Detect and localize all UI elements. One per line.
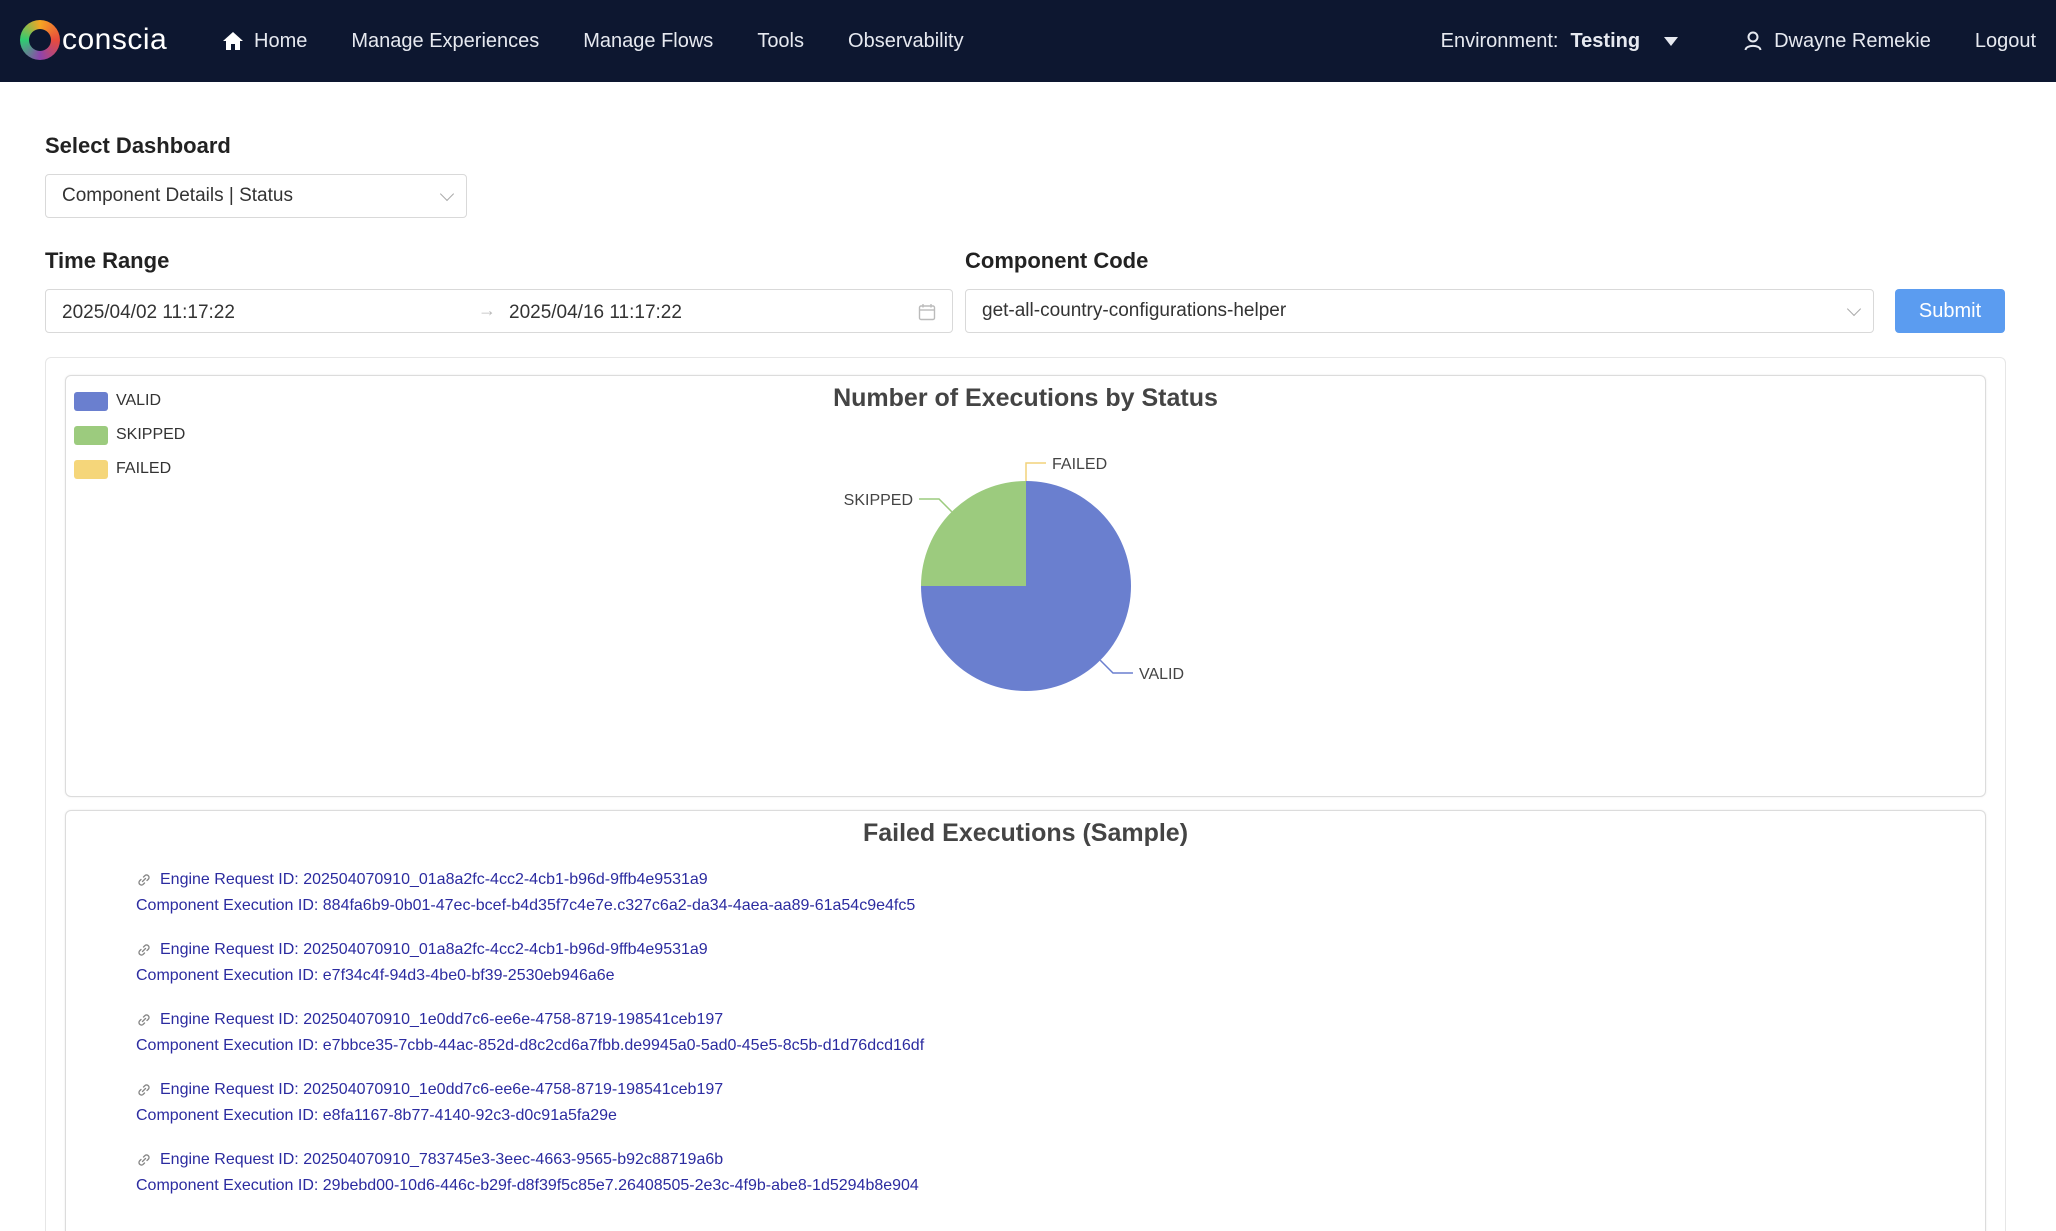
- component-execution-id: Component Execution ID: e7bbce35-7cbb-44…: [136, 1037, 925, 1054]
- nav-right: Environment: Testing Dwayne Remekie Logo…: [1441, 0, 2036, 82]
- failed-executions-panel: Failed Executions (Sample) Engine Reques…: [65, 810, 1986, 1231]
- engine-request-id: Engine Request ID: 202504070910_1e0dd7c6…: [160, 1081, 724, 1098]
- submit-button[interactable]: Submit: [1895, 289, 2005, 333]
- environment-label: Environment:: [1440, 29, 1559, 52]
- list-item: Engine Request ID: 202504070910_01a8a2fc…: [136, 867, 924, 919]
- engine-request-link[interactable]: Engine Request ID: 202504070910_1e0dd7c6…: [136, 1077, 924, 1103]
- failed-executions-title: Failed Executions (Sample): [862, 819, 1189, 847]
- nav-home[interactable]: Home: [222, 30, 307, 53]
- failed-executions-list: Engine Request ID: 202504070910_01a8a2fc…: [136, 867, 924, 1217]
- main-nav: Home Manage Experiences Manage Flows Too…: [222, 0, 1008, 82]
- nav-observability-label: Observability: [848, 29, 964, 52]
- link-icon: [138, 944, 150, 956]
- component-execution-id: Component Execution ID: e7f34c4f-94d3-4b…: [136, 967, 615, 984]
- link-icon: [138, 1084, 150, 1096]
- pie-leader-skipped: [919, 498, 953, 513]
- dashboard-select-value: Component Details | Status: [62, 185, 293, 206]
- logout-link[interactable]: Logout: [1975, 30, 2036, 53]
- list-item: Engine Request ID: 202504070910_01a8a2fc…: [136, 937, 924, 989]
- executions-pie-chart: VALID SKIPPED FAILED: [844, 456, 1184, 691]
- engine-request-link[interactable]: Engine Request ID: 202504070910_783745e3…: [136, 1147, 924, 1173]
- nav-manage-flows[interactable]: Manage Flows: [583, 30, 713, 53]
- dashboard-select[interactable]: Component Details | Status: [45, 174, 467, 218]
- conscia-logo[interactable]: conscia: [20, 20, 167, 60]
- list-item: Engine Request ID: 202504070910_783745e3…: [136, 1147, 924, 1199]
- executions-chart-panel: Number of Executions by Status VALID SKI…: [65, 375, 1986, 797]
- component-execution-id: Component Execution ID: 884fa6b9-0b01-47…: [136, 897, 916, 914]
- chevron-down-icon: [439, 186, 455, 202]
- pie-label-skipped: SKIPPED: [844, 492, 913, 509]
- user-menu[interactable]: Dwayne Remekie: [1744, 30, 1931, 53]
- list-item: Engine Request ID: 202504070910_1e0dd7c6…: [136, 1007, 924, 1059]
- pie-leader-failed: [1025, 462, 1046, 481]
- engine-request-id: Engine Request ID: 202504070910_01a8a2fc…: [160, 941, 708, 958]
- link-icon: [138, 1014, 150, 1026]
- nav-manage-flows-label: Manage Flows: [583, 29, 714, 52]
- list-item: Engine Request ID: 202504070910_1e0dd7c6…: [136, 1077, 924, 1129]
- component-code-value: get-all-country-configurations-helper: [982, 300, 1287, 321]
- engine-request-link[interactable]: Engine Request ID: 202504070910_01a8a2fc…: [136, 937, 924, 963]
- engine-request-id: Engine Request ID: 202504070910_1e0dd7c6…: [160, 1011, 724, 1028]
- pie-label-failed: FAILED: [1052, 456, 1107, 473]
- calendar-icon: [918, 304, 936, 321]
- component-code-select[interactable]: get-all-country-configurations-helper: [965, 289, 1874, 333]
- nav-tools-label: Tools: [757, 29, 805, 52]
- logo-text: conscia: [62, 23, 168, 56]
- chevron-down-icon: [1846, 301, 1862, 317]
- user-name: Dwayne Remekie: [1774, 29, 1931, 52]
- pie-leader-valid: [1099, 659, 1133, 674]
- time-range-start[interactable]: 2025/04/02 11:17:22: [62, 302, 235, 324]
- pie-slice-skipped[interactable]: [921, 481, 1026, 586]
- engine-request-link[interactable]: Engine Request ID: 202504070910_1e0dd7c6…: [136, 1007, 924, 1033]
- link-icon: [138, 1154, 150, 1166]
- home-icon: [223, 32, 243, 50]
- pie-label-valid: VALID: [1139, 666, 1184, 683]
- component-code-label: Component Code: [965, 248, 1149, 273]
- engine-request-id: Engine Request ID: 202504070910_01a8a2fc…: [160, 871, 708, 888]
- nav-observability[interactable]: Observability: [848, 30, 964, 53]
- component-execution-id: Component Execution ID: e8fa1167-8b77-41…: [136, 1107, 617, 1124]
- environment-value[interactable]: Testing: [1570, 30, 1640, 53]
- environment-dropdown-caret-icon[interactable]: [1664, 36, 1679, 46]
- top-navbar: conscia Home Manage Experiences Manage F…: [0, 0, 2056, 82]
- time-range-label: Time Range: [45, 248, 170, 273]
- link-icon: [138, 874, 150, 886]
- engine-request-link[interactable]: Engine Request ID: 202504070910_01a8a2fc…: [136, 867, 924, 893]
- nav-home-label: Home: [254, 29, 308, 52]
- logo-mark-icon: [20, 20, 60, 60]
- nav-manage-experiences[interactable]: Manage Experiences: [351, 30, 539, 53]
- engine-request-id: Engine Request ID: 202504070910_783745e3…: [160, 1151, 724, 1168]
- time-range-picker[interactable]: 2025/04/02 11:17:22 → 2025/04/16 11:17:2…: [45, 289, 953, 333]
- component-execution-id: Component Execution ID: 29bebd00-10d6-44…: [136, 1177, 919, 1194]
- time-range-end[interactable]: 2025/04/16 11:17:22: [509, 302, 682, 324]
- nav-tools[interactable]: Tools: [757, 30, 804, 53]
- select-dashboard-label: Select Dashboard: [45, 133, 231, 158]
- range-arrow-icon: →: [478, 300, 496, 320]
- user-icon: [1744, 31, 1762, 51]
- nav-manage-experiences-label: Manage Experiences: [351, 29, 540, 52]
